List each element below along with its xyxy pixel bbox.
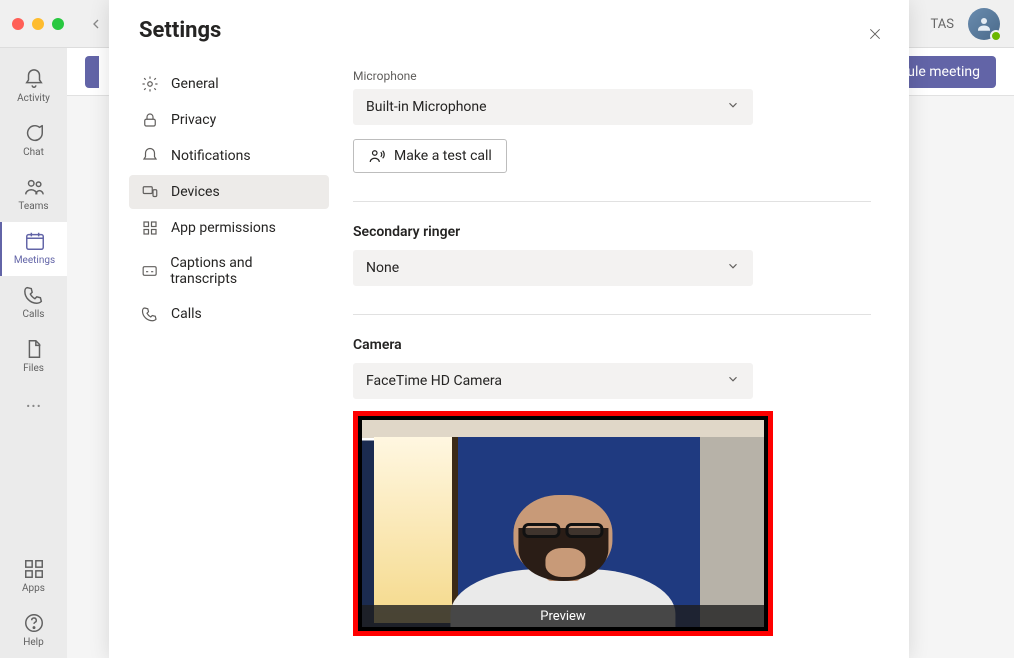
test-call-icon <box>368 147 386 165</box>
apps-icon <box>23 558 45 580</box>
settings-title: Settings <box>139 18 221 43</box>
settings-nav-label: Privacy <box>171 112 216 128</box>
camera-dropdown[interactable]: FaceTime HD Camera <box>353 363 753 399</box>
secondary-ringer-label: Secondary ringer <box>353 224 871 240</box>
chat-icon <box>23 122 45 144</box>
secondary-ringer-dropdown[interactable]: None <box>353 250 753 286</box>
rail-item-files[interactable]: Files <box>0 330 67 384</box>
settings-nav-label: Captions and transcripts <box>170 255 317 287</box>
settings-nav-notifications[interactable]: Notifications <box>129 139 329 173</box>
gear-icon <box>141 75 159 93</box>
file-icon <box>23 338 45 360</box>
avatar[interactable] <box>968 8 1000 40</box>
chevron-down-icon <box>726 259 740 277</box>
microphone-value: Built-in Microphone <box>366 99 487 115</box>
zoom-window-button[interactable] <box>52 18 64 30</box>
settings-nav-captions[interactable]: Captions and transcripts <box>129 247 329 295</box>
settings-nav-calls[interactable]: Calls <box>129 297 329 331</box>
user-initials: TAS <box>931 17 954 32</box>
close-icon <box>867 26 883 42</box>
rail-more-button[interactable]: ··· <box>26 384 42 428</box>
settings-nav-label: Notifications <box>171 148 251 164</box>
camera-preview-caption: Preview <box>362 605 764 627</box>
rail-item-help[interactable]: Help <box>0 604 67 658</box>
window-controls <box>12 18 64 30</box>
camera-label: Camera <box>353 337 871 353</box>
app-rail: Activity Chat Teams Meetings Calls Files… <box>0 48 67 658</box>
bell-icon <box>141 147 159 165</box>
captions-icon <box>141 262 158 280</box>
phone-icon <box>23 284 45 306</box>
settings-nav-label: App permissions <box>171 220 276 236</box>
settings-nav-privacy[interactable]: Privacy <box>129 103 329 137</box>
rail-item-apps[interactable]: Apps <box>0 550 67 604</box>
settings-nav-general[interactable]: General <box>129 67 329 101</box>
secondary-ringer-value: None <box>366 260 399 276</box>
settings-nav: General Privacy Notifications Devices Ap… <box>129 53 329 658</box>
calendar-icon <box>24 230 46 252</box>
presence-available-icon <box>990 30 1002 42</box>
camera-preview-image <box>362 420 764 627</box>
toolbar-left-button-partial[interactable]: ​ <box>85 56 99 88</box>
settings-nav-devices[interactable]: Devices <box>129 175 329 209</box>
minimize-window-button[interactable] <box>32 18 44 30</box>
camera-preview <box>362 420 764 627</box>
rail-item-calls[interactable]: Calls <box>0 276 67 330</box>
microphone-dropdown[interactable]: Built-in Microphone <box>353 89 753 125</box>
rail-item-meetings[interactable]: Meetings <box>0 222 67 276</box>
secondary-ringer-section: Secondary ringer None <box>353 201 871 306</box>
devices-icon <box>141 183 159 201</box>
camera-preview-highlight: Preview <box>353 411 773 636</box>
settings-modal: Settings General Privacy Notifications D… <box>109 0 909 658</box>
microphone-label: Microphone <box>353 69 871 83</box>
make-test-call-label: Make a test call <box>394 148 492 164</box>
settings-nav-label: Calls <box>171 306 202 322</box>
rail-item-chat[interactable]: Chat <box>0 114 67 168</box>
close-settings-button[interactable] <box>859 18 891 50</box>
make-test-call-button[interactable]: Make a test call <box>353 139 507 173</box>
rail-item-activity[interactable]: Activity <box>0 60 67 114</box>
settings-nav-label: General <box>171 76 219 92</box>
teams-icon <box>23 176 45 198</box>
settings-header: Settings <box>109 0 909 53</box>
camera-value: FaceTime HD Camera <box>366 373 502 389</box>
rail-item-teams[interactable]: Teams <box>0 168 67 222</box>
close-window-button[interactable] <box>12 18 24 30</box>
camera-section: Camera FaceTime HD Camera <box>353 314 871 656</box>
grid-icon <box>141 219 159 237</box>
bell-icon <box>23 68 45 90</box>
lock-icon <box>141 111 159 129</box>
phone-icon <box>141 305 159 323</box>
settings-nav-app-permissions[interactable]: App permissions <box>129 211 329 245</box>
chevron-down-icon <box>726 372 740 390</box>
chevron-down-icon <box>726 98 740 116</box>
settings-content[interactable]: Microphone Built-in Microphone Make a te… <box>353 53 889 658</box>
settings-nav-label: Devices <box>171 184 220 200</box>
help-icon <box>23 612 45 634</box>
microphone-section: Microphone Built-in Microphone Make a te… <box>353 59 871 193</box>
nav-back-button[interactable] <box>82 10 110 38</box>
